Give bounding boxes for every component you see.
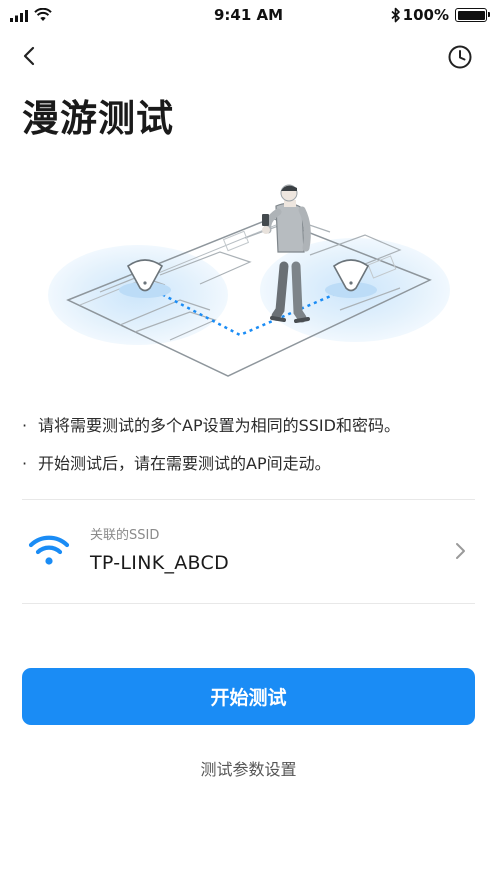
tip-bullet: · — [22, 416, 28, 435]
status-bar: 9:41 AM 100% — [0, 0, 497, 30]
roaming-illustration — [48, 184, 450, 377]
test-params-link[interactable]: 测试参数设置 — [0, 756, 497, 780]
start-test-button[interactable]: 开始测试 — [22, 668, 475, 725]
tip-item: · 请将需要测试的多个AP设置为相同的SSID和密码。 — [22, 415, 482, 437]
divider-bottom — [22, 603, 475, 604]
ssid-value: TP-LINK_ABCD — [90, 552, 230, 574]
chevron-right-icon — [456, 543, 465, 559]
tip-item: · 开始测试后，请在需要测试的AP间走动。 — [22, 453, 482, 475]
ssid-selector[interactable]: 关联的SSID TP-LINK_ABCD — [22, 500, 475, 603]
wifi-icon — [28, 535, 70, 565]
bluetooth-icon — [391, 7, 400, 23]
status-right: 100% — [391, 6, 490, 24]
battery-percentage: 100% — [402, 6, 449, 24]
back-button[interactable] — [18, 44, 42, 68]
battery-icon — [455, 8, 490, 22]
page-title: 漫游测试 — [22, 97, 174, 140]
history-button[interactable] — [447, 44, 473, 70]
tip-bullet: · — [22, 454, 28, 473]
tip-text: 开始测试后，请在需要测试的AP间走动。 — [38, 454, 331, 473]
tips-list: · 请将需要测试的多个AP设置为相同的SSID和密码。 · 开始测试后，请在需要… — [22, 415, 482, 491]
ssid-label: 关联的SSID — [90, 528, 160, 543]
battery-fill — [457, 10, 485, 20]
tip-text: 请将需要测试的多个AP设置为相同的SSID和密码。 — [38, 416, 400, 435]
